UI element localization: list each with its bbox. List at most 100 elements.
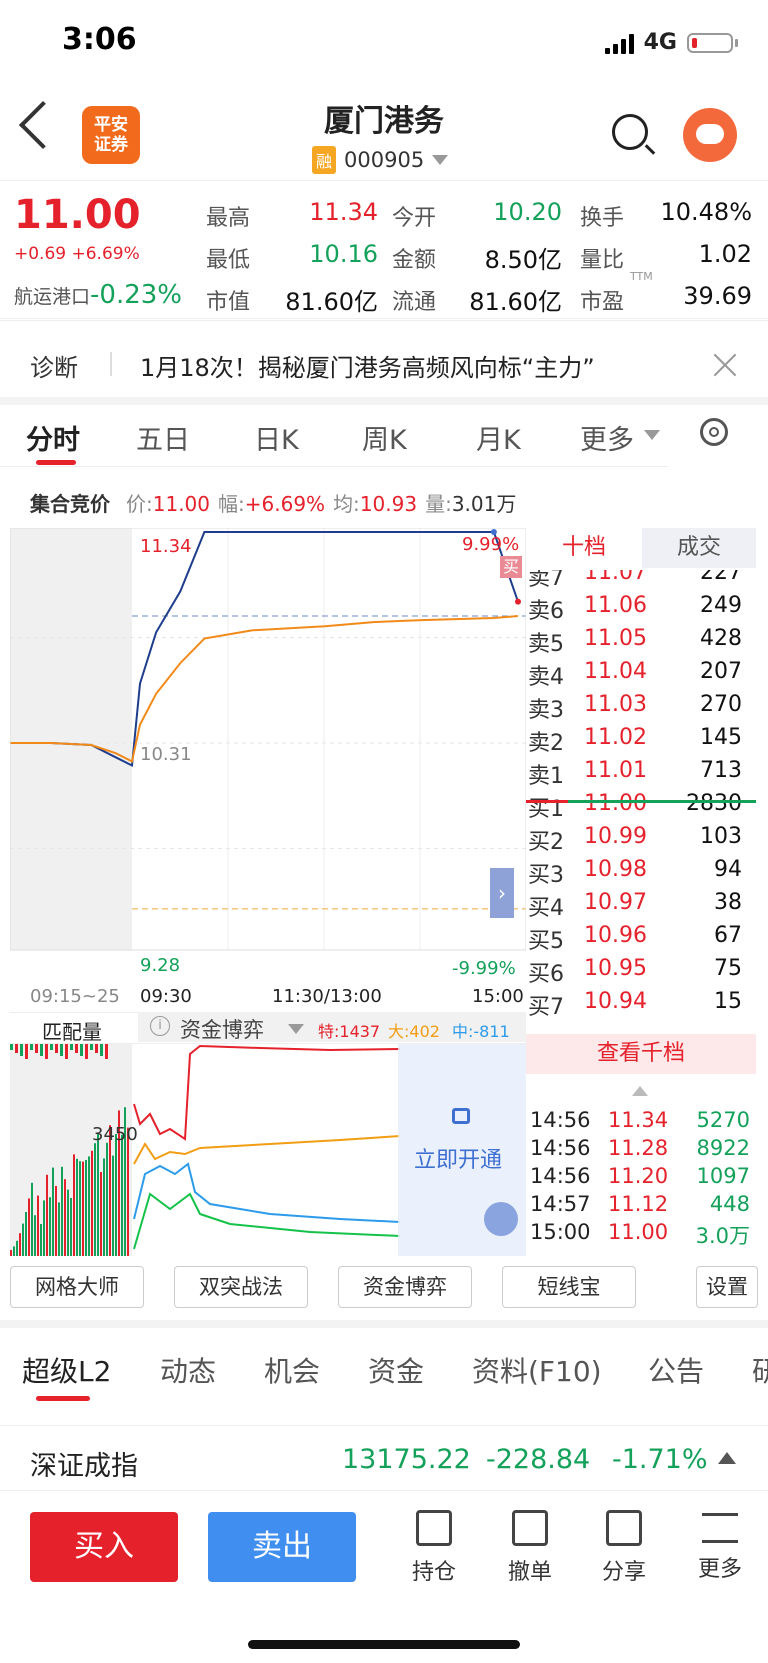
diagnosis-text[interactable]: 1月18次！揭秘厦门港务高频风向标“主力” [140, 348, 595, 383]
order-book-row[interactable]: 卖5 11.05 428 [526, 622, 756, 657]
order-book-row[interactable]: 买3 10.98 94 [526, 853, 756, 888]
order-book-row[interactable]: 买4 10.97 38 [526, 886, 756, 921]
home-indicator[interactable] [248, 1640, 520, 1649]
indicator-zhong: 中:-811 [452, 1022, 510, 1041]
trade-price: 11.00 [608, 1220, 669, 1244]
tab-daily-k[interactable]: 日K [254, 418, 299, 457]
volume-bar [90, 1044, 93, 1050]
volume-bar [100, 1172, 102, 1256]
order-book-row[interactable]: 卖3 11.03 270 [526, 688, 756, 723]
holdings-action[interactable]: 持仓 [394, 1510, 474, 1586]
volume-bar [61, 1166, 63, 1256]
volume-bar [58, 1202, 60, 1256]
order-book-row[interactable]: 卖2 11.02 145 [526, 721, 756, 756]
order-book-row[interactable]: 买1 11.00 2830 [526, 787, 756, 822]
order-book-row[interactable]: 买7 10.94 15 [526, 985, 756, 1020]
buy-button[interactable]: 买入 [30, 1512, 178, 1582]
volume-bar [19, 1233, 21, 1256]
gear-icon[interactable] [700, 418, 728, 446]
order-book-row[interactable]: 买6 10.95 75 [526, 952, 756, 987]
order-book-row[interactable]: 卖6 11.06 249 [526, 589, 756, 624]
battery-tip-icon [735, 38, 738, 47]
order-book-row[interactable]: 卖7 11.07 227 [526, 570, 756, 591]
battery-icon [687, 32, 733, 53]
tab-announcement[interactable]: 公告 [648, 1350, 704, 1390]
time-label-open: 09:30 [140, 986, 192, 1007]
short-line-button[interactable]: 短线宝 [502, 1266, 636, 1308]
order-price: 10.95 [584, 956, 647, 981]
fullscreen-icon[interactable] [484, 1202, 518, 1236]
chart-high-pct: 9.99% [462, 534, 520, 555]
buy-marker: 买 [500, 556, 522, 578]
order-book-row[interactable]: 卖1 11.01 713 [526, 754, 756, 789]
chevron-up-icon[interactable] [718, 1452, 736, 1464]
more-action[interactable]: 更多 [680, 1510, 760, 1583]
tab-opportunity[interactable]: 机会 [264, 1350, 320, 1390]
tab-news[interactable]: 动态 [160, 1350, 216, 1390]
auction-info: 集合竞价 价:11.00 幅:+6.69% 均:10.93 量:3.01万 [30, 488, 524, 517]
chevron-down-icon [288, 1024, 304, 1034]
order-book-row[interactable]: 卖4 11.04 207 [526, 655, 756, 690]
settings-button[interactable]: 设置 [696, 1266, 758, 1308]
order-book-row[interactable]: 买5 10.96 67 [526, 919, 756, 954]
tab-intraday[interactable]: 分时 [26, 418, 80, 457]
volume-bar [46, 1174, 48, 1256]
divider [110, 352, 112, 376]
tab-profile[interactable]: 资料(F10) [472, 1350, 602, 1390]
order-price: 11.05 [584, 626, 647, 651]
double-breakout-button[interactable]: 双突战法 [174, 1266, 308, 1308]
quote-value: 39.69 [683, 282, 752, 310]
sector-label[interactable]: 航运港口-0.23% [14, 280, 182, 310]
grid-master-button[interactable]: 网格大师 [10, 1266, 144, 1308]
index-change: -228.84 [486, 1444, 591, 1475]
trade-row: 15:00 11.00 3.0万 [526, 1220, 756, 1248]
tab-capital[interactable]: 资金 [368, 1350, 424, 1390]
order-book-row[interactable]: 买2 10.99 103 [526, 820, 756, 855]
order-volume: 249 [700, 593, 742, 618]
stock-code-selector[interactable]: 融 000905 [312, 146, 449, 174]
chart-low-label: 9.28 [140, 955, 181, 976]
search-icon[interactable] [612, 114, 648, 150]
trade-time: 14:56 [530, 1164, 591, 1188]
tab-weekly-k[interactable]: 周K [362, 418, 407, 457]
volume-bar [95, 1044, 98, 1053]
order-volume: 15 [714, 989, 742, 1014]
indicator-selector[interactable]: 资金博弈 [180, 1014, 264, 1044]
sell-button[interactable]: 卖出 [208, 1512, 356, 1582]
tab-ten-levels[interactable]: 十档 [526, 528, 642, 568]
auction-vol: 3.01万 [451, 492, 517, 516]
share-action[interactable]: 分享 [584, 1510, 664, 1586]
status-icons: 4G [604, 30, 738, 55]
close-icon[interactable] [712, 352, 738, 378]
tab-super-l2[interactable]: 超级L2 [22, 1350, 111, 1390]
time-label-midday: 11:30/13:00 [272, 986, 382, 1007]
volume-bar [105, 1044, 108, 1059]
capital-game-button[interactable]: 资金博弈 [338, 1266, 472, 1308]
view-all-levels-button[interactable]: 查看千档 [526, 1034, 756, 1074]
volume-bar [31, 1182, 33, 1256]
tab-research[interactable]: 研 [752, 1350, 768, 1390]
tab-trades[interactable]: 成交 [642, 528, 756, 568]
unlock-button[interactable]: 立即开通 [414, 1142, 502, 1174]
volume-bar [34, 1215, 36, 1256]
info-icon[interactable]: i [150, 1016, 170, 1036]
tab-five-day[interactable]: 五日 [136, 418, 190, 457]
tab-monthly-k[interactable]: 月K [476, 418, 521, 457]
order-volume: 428 [700, 626, 742, 651]
tab-more[interactable]: 更多 [580, 418, 634, 457]
order-book: 卖7 11.07 227 卖6 11.06 249 卖5 11.05 428 卖4 11.04 207… [526, 570, 756, 1032]
order-volume: 145 [700, 725, 742, 750]
assistant-avatar-icon[interactable] [683, 108, 737, 162]
volume-bar [10, 1250, 12, 1256]
order-volume: 75 [714, 956, 742, 981]
diagnosis-tag: 诊断 [30, 354, 78, 382]
volume-bar [25, 1044, 28, 1059]
chevron-right-icon[interactable]: › [490, 868, 514, 918]
trade-row: 14:56 11.20 1097 [526, 1164, 756, 1192]
volume-bar [73, 1154, 75, 1256]
order-level-label: 买1 [528, 797, 564, 822]
cancel-order-action[interactable]: 撤单 [490, 1510, 570, 1586]
chevron-up-icon[interactable] [632, 1086, 648, 1096]
order-level-label: 卖2 [528, 731, 564, 756]
intraday-chart[interactable] [10, 528, 526, 980]
